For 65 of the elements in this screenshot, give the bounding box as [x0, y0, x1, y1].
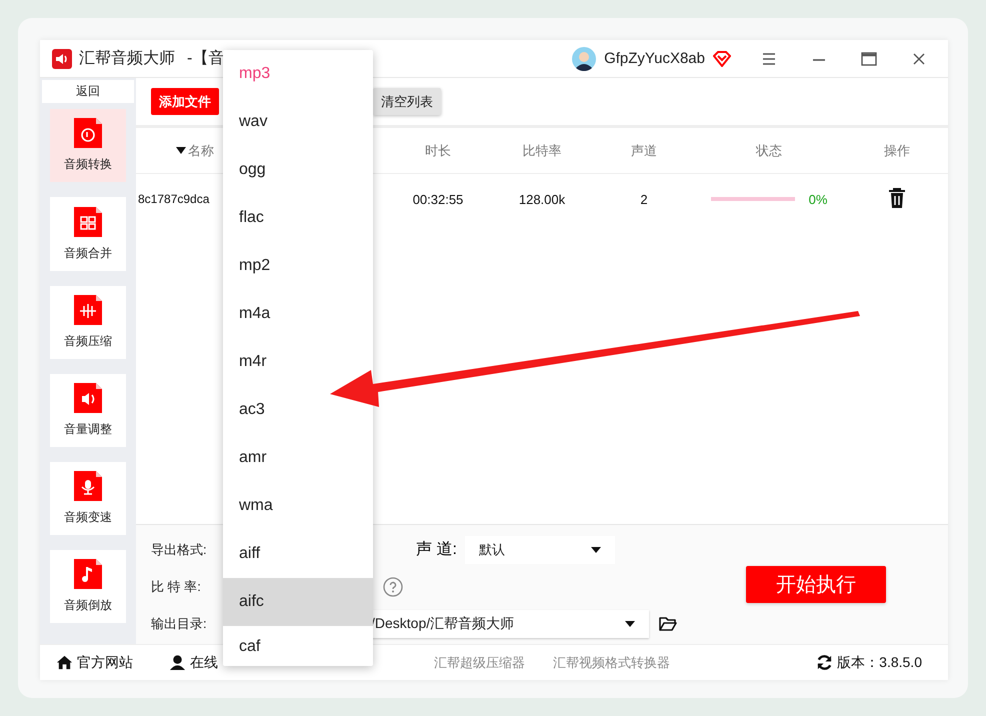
field-label: 输出目录:: [151, 614, 208, 632]
column-header: 比特率: [522, 142, 562, 160]
file-icon: [74, 382, 102, 413]
close-icon[interactable]: [911, 50, 927, 66]
channel-select[interactable]: 默认: [464, 536, 615, 564]
menu-item[interactable]: mp2: [223, 242, 278, 290]
progress-percent: 0%: [808, 192, 828, 206]
start-button[interactable]: 开始执行: [746, 566, 886, 603]
user-name[interactable]: GfpZyYucX8ab: [604, 50, 705, 67]
field-label: 导出格式:: [151, 540, 208, 558]
column-header: 声道: [630, 142, 658, 160]
home-icon: [56, 654, 73, 671]
file-icon: [74, 294, 102, 325]
footer-link[interactable]: 汇帮视频格式转换器: [553, 654, 670, 672]
footer-link[interactable]: 汇帮超级压缩器: [434, 654, 525, 672]
duration-cell-text: 00:32:55: [412, 192, 464, 206]
add-file-button[interactable]: 添加文件: [151, 88, 219, 115]
footer-link[interactable]: 在线: [169, 654, 218, 672]
channels-cell-text: 2: [639, 192, 649, 206]
file-icon: [74, 206, 102, 237]
window-subtitle: -【音: [187, 48, 224, 69]
menu-item[interactable]: m4a: [223, 290, 278, 338]
menu-item[interactable]: amr: [223, 434, 275, 482]
refresh-icon: [816, 654, 834, 671]
menu-item[interactable]: flac: [223, 194, 272, 242]
column-header: 操作: [883, 142, 911, 160]
clear-list-button[interactable]: 清空列表: [373, 88, 441, 115]
field-label: 声 道:: [416, 540, 457, 560]
window-title: 汇帮音频大师: [79, 48, 175, 69]
caret-icon: [590, 546, 601, 552]
menu-item[interactable]: mp3: [223, 50, 278, 98]
person-icon: [169, 654, 186, 671]
field-label: 比 特 率:: [151, 578, 202, 596]
menu-item[interactable]: wma: [223, 482, 281, 530]
speaker-icon: [52, 48, 72, 68]
column-header: 时长: [424, 142, 452, 160]
file-icon: [74, 558, 102, 589]
menu-item[interactable]: aiff: [223, 530, 268, 578]
caret-icon: [625, 620, 635, 626]
menu-item[interactable]: aifc: [223, 578, 373, 626]
trash-icon[interactable]: [888, 188, 906, 208]
file-icon: [74, 118, 102, 148]
file-icon: [74, 470, 102, 501]
bitrate-cell-text: 128.00k: [518, 192, 566, 206]
help-icon[interactable]: [383, 576, 403, 596]
back-button[interactable]: 返回: [42, 80, 134, 104]
sidebar-item[interactable]: 音频压缩: [50, 286, 126, 359]
menu-item[interactable]: caf: [223, 626, 268, 666]
sidebar-item[interactable]: 音频变速: [50, 462, 126, 535]
sidebar-item[interactable]: 音频倒放: [50, 550, 126, 623]
sidebar-item[interactable]: 音量调整: [50, 374, 126, 447]
diamond-icon: [713, 50, 731, 66]
version-label: 版本：3.8.5.0: [837, 654, 922, 672]
menu-item[interactable]: ac3: [223, 386, 273, 434]
menu-icon[interactable]: [761, 50, 777, 66]
menu-item[interactable]: m4r: [223, 338, 275, 386]
sidebar-item[interactable]: 音频合并: [50, 197, 126, 271]
column-header: 状态: [754, 142, 783, 160]
maximize-icon[interactable]: [861, 50, 877, 66]
file-name: 8c1787c9dca: [137, 191, 210, 206]
footer-link[interactable]: 官方网站: [56, 654, 133, 672]
folder-icon[interactable]: [659, 616, 677, 632]
sidebar-item[interactable]: 音频转换: [50, 109, 126, 182]
avatar-icon: [572, 46, 596, 70]
output-path-field[interactable]: /Desktop/汇帮音频大师: [371, 610, 649, 638]
